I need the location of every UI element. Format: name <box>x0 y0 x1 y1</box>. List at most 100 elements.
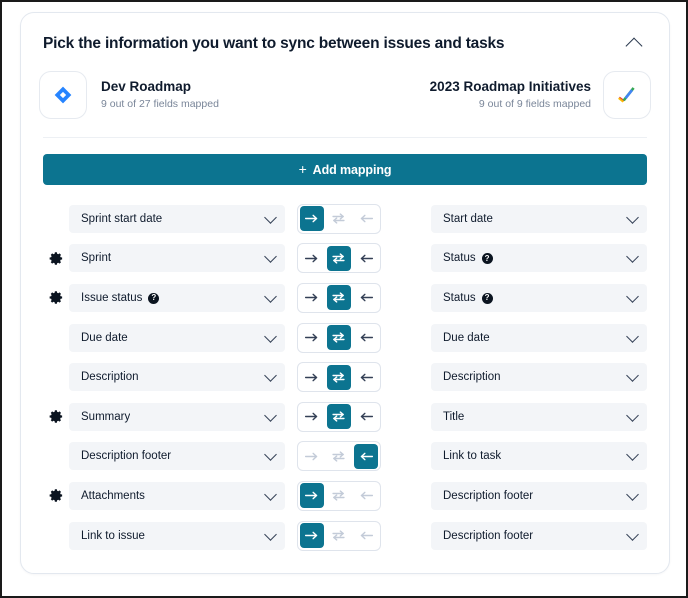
arrow-right-icon <box>305 412 318 421</box>
source-field-select[interactable]: Link to issue <box>69 521 285 550</box>
source-field-select[interactable]: Issue status? <box>69 283 285 312</box>
sync-direction-right-button[interactable] <box>300 285 324 310</box>
arrow-right-icon <box>305 452 318 461</box>
sync-direction-both-button[interactable] <box>327 483 351 508</box>
arrow-left-icon <box>360 531 373 540</box>
mapping-row-gear-slot <box>43 488 69 504</box>
field-settings-button[interactable] <box>48 409 64 425</box>
sync-direction-left-button[interactable] <box>354 443 379 469</box>
help-icon[interactable]: ? <box>481 292 493 304</box>
source-field-label-wrap: Description footer <box>81 450 258 462</box>
source-field-label: Description <box>81 371 139 384</box>
plus-icon: + <box>298 161 307 177</box>
sync-direction-right-button[interactable] <box>299 483 324 509</box>
source-field-select[interactable]: Due date <box>69 323 285 352</box>
sync-direction-right-button[interactable] <box>299 523 324 549</box>
sync-direction-right-button[interactable] <box>300 246 324 271</box>
sync-direction-both-button[interactable] <box>327 444 351 469</box>
source-field-label-wrap: Summary <box>81 411 258 423</box>
sync-direction-left-button[interactable] <box>354 365 378 390</box>
mapping-row: Summary Title <box>43 397 647 437</box>
sync-direction-both-button[interactable] <box>326 245 352 271</box>
help-icon[interactable]: ? <box>148 292 160 304</box>
source-field-select[interactable]: Description <box>69 363 285 392</box>
source-field-select[interactable]: Description footer <box>69 442 285 471</box>
source-field-label: Due date <box>81 331 128 344</box>
arrows-bidirectional-icon <box>332 372 346 383</box>
gear-icon <box>49 410 62 424</box>
sync-direction-right-button[interactable] <box>300 444 324 469</box>
target-field-select[interactable]: Due date <box>431 323 647 352</box>
sync-direction-right-button[interactable] <box>300 404 324 429</box>
sync-direction-left-button[interactable] <box>354 285 378 310</box>
sync-direction-toggle-group <box>297 520 381 551</box>
sync-direction-left-button[interactable] <box>354 483 378 508</box>
help-icon[interactable]: ? <box>481 253 493 265</box>
target-field-select[interactable]: Description footer <box>431 481 647 510</box>
sync-direction-both-button[interactable] <box>327 523 351 548</box>
target-field-select[interactable]: Status? <box>431 283 647 312</box>
sync-direction-left-button[interactable] <box>354 404 378 429</box>
source-field-label-wrap: Issue status? <box>81 292 258 304</box>
sync-direction-left-button[interactable] <box>354 523 378 548</box>
chevron-down-icon <box>264 210 277 224</box>
chevron-down-icon <box>264 488 277 501</box>
source-field-select[interactable]: Sprint start date <box>69 204 285 233</box>
gear-icon <box>49 489 62 503</box>
target-app-meta: 2023 Roadmap Initiatives 9 out of 9 fiel… <box>430 78 591 113</box>
sync-direction-both-button[interactable] <box>326 404 352 430</box>
mapping-row: Issue status? Status? <box>43 278 647 318</box>
mapping-row-gear-slot <box>43 250 69 266</box>
source-field-label: Issue status <box>81 291 143 304</box>
sync-direction-right-button[interactable] <box>300 325 324 350</box>
sync-direction-left-button[interactable] <box>354 246 378 271</box>
sync-direction-toggle-group <box>297 282 381 313</box>
mapping-rows: Sprint start date Start date Sprint Status?… <box>21 185 669 555</box>
gear-icon <box>49 252 62 265</box>
source-field-select[interactable]: Sprint <box>69 244 285 273</box>
arrows-bidirectional-icon <box>332 490 346 502</box>
collapse-section-button[interactable] <box>621 31 647 57</box>
target-app-name: 2023 Roadmap Initiatives <box>429 78 591 94</box>
sync-direction-toggle-group <box>297 401 381 432</box>
field-mapping-card: Pick the information you want to sync be… <box>20 12 670 574</box>
arrow-left-icon <box>360 412 373 421</box>
arrow-right-icon <box>305 373 318 381</box>
mapping-row: Description Description <box>43 357 647 397</box>
target-field-select[interactable]: Description footer <box>431 521 647 550</box>
field-settings-button[interactable] <box>48 250 64 266</box>
sync-direction-right-button[interactable] <box>299 206 324 232</box>
add-mapping-button[interactable]: + Add mapping <box>43 154 647 185</box>
chevron-down-icon <box>626 369 639 383</box>
sync-direction-both-button[interactable] <box>327 206 351 231</box>
mapping-row-gear-slot <box>43 290 69 306</box>
sync-direction-toggle-group <box>297 243 381 274</box>
target-field-select[interactable]: Status? <box>431 244 647 273</box>
sync-direction-left-button[interactable] <box>354 206 378 231</box>
target-field-select[interactable]: Start date <box>431 204 647 233</box>
chevron-up-icon <box>625 37 643 55</box>
sync-direction-both-button[interactable] <box>326 364 352 390</box>
chevron-down-icon <box>264 448 277 462</box>
mapping-row: Sprint Status? <box>43 239 647 279</box>
mapping-row-gear-slot <box>43 409 69 425</box>
target-field-label: Due date <box>443 331 490 344</box>
arrow-right-icon <box>305 531 318 540</box>
target-field-select[interactable]: Description <box>431 363 647 392</box>
sync-direction-left-button[interactable] <box>354 325 378 350</box>
arrow-left-icon <box>360 373 373 381</box>
target-field-select[interactable]: Link to task <box>431 442 647 471</box>
source-field-select[interactable]: Summary <box>69 402 285 431</box>
field-settings-button[interactable] <box>48 290 64 306</box>
source-field-select[interactable]: Attachments <box>69 481 285 510</box>
field-settings-button[interactable] <box>48 488 64 504</box>
target-field-label: Status <box>443 291 476 304</box>
sync-direction-both-button[interactable] <box>326 325 352 351</box>
source-field-label: Sprint <box>81 252 112 265</box>
google-tasks-check-icon <box>618 87 635 103</box>
arrows-bidirectional-icon <box>332 292 346 304</box>
target-field-select[interactable]: Title <box>431 402 647 431</box>
target-field-label: Description <box>443 371 501 384</box>
sync-direction-both-button[interactable] <box>326 285 352 311</box>
sync-direction-right-button[interactable] <box>300 365 324 390</box>
